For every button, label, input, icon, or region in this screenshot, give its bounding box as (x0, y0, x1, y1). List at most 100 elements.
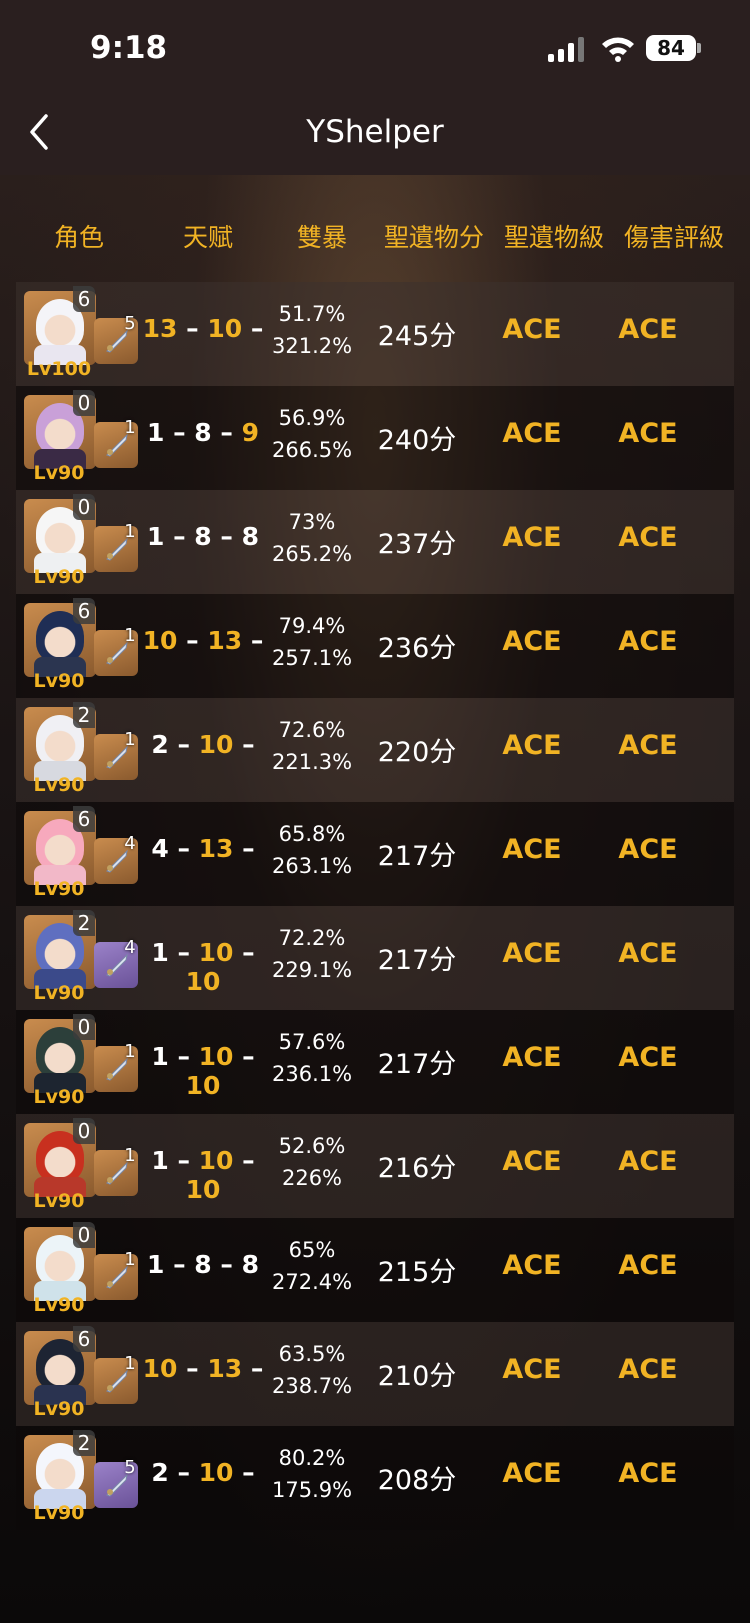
character-row[interactable]: 2 Lv90 4 1 – 10 – 10 72.2% 229.1% 217分 ACE ACE (16, 906, 734, 1010)
talent-part: – (164, 522, 195, 551)
talent-part: 13 (207, 626, 243, 655)
character-row[interactable]: 0 Lv90 1 1 – 10 – 10 52.6% 226% 216分 ACE ACE (16, 1114, 734, 1218)
damage-grade: ACE (618, 626, 678, 657)
damage-grade: ACE (618, 1042, 678, 1073)
talent-part: 1 (151, 938, 169, 967)
refinement-badge: 1 (124, 1249, 136, 1270)
talent-part: – (168, 1458, 199, 1487)
column-header-damage-grade: 傷害評級 (623, 223, 724, 252)
character-row[interactable]: 2 Lv90 1 2 – 10 –72.6% 221.3% 220分 ACE ACE (16, 698, 734, 802)
character-row[interactable]: 6 Lv90 1 10 – 13 –79.4% 257.1% 236分 ACE ACE (16, 594, 734, 698)
artifact-grade: ACE (502, 1354, 562, 1385)
damage-grade: ACE (618, 1354, 678, 1385)
damage-grade: ACE (618, 730, 678, 761)
character-row[interactable]: 6 Lv90 4 4 – 13 –65.8% 263.1% 217分 ACE ACE (16, 802, 734, 906)
talent-part: 13 (207, 1354, 243, 1383)
talent-part: – (168, 938, 199, 967)
artifact-score: 208分 (377, 1465, 457, 1496)
talent-part: 8 (194, 418, 212, 447)
talent-part: 10 (185, 1071, 221, 1100)
character-row[interactable]: 0 Lv90 1 1 – 8 – 8 73% 265.2% 237分 ACE ACE (16, 490, 734, 594)
constellation-badge: 2 (73, 910, 95, 936)
refinement-badge: 1 (124, 1145, 136, 1166)
artifact-grade: ACE (502, 1146, 562, 1177)
talent-part: 8 (194, 522, 212, 551)
column-header-artifact-grade: 聖遺物級 (503, 223, 604, 252)
talent-part: – (233, 1458, 255, 1487)
crit-damage: 236.1% (272, 1062, 353, 1086)
refinement-badge: 1 (124, 1041, 136, 1062)
column-header-character: 角色 (53, 223, 104, 252)
crit-damage: 229.1% (272, 958, 353, 982)
artifact-grade: ACE (502, 730, 562, 761)
level-label: Lv90 (33, 982, 85, 1004)
level-label: Lv90 (33, 1398, 85, 1420)
talent-part: – (177, 314, 208, 343)
talent-part: 10 (142, 1354, 178, 1383)
character-row[interactable]: 0 Lv90 1 1 – 10 – 10 57.6% 236.1% 217分 ACE ACE (16, 1010, 734, 1114)
crit-rate: 63.5% (278, 1342, 346, 1366)
artifact-score: 215分 (377, 1257, 457, 1288)
talent-part: – (211, 1250, 242, 1279)
artifact-score: 216分 (377, 1153, 457, 1184)
crit-values: 52.6% 226% (272, 1130, 352, 1194)
talent-part: 10 (207, 314, 243, 343)
artifact-grade: ACE (502, 626, 562, 657)
artifact-score: 236分 (377, 633, 457, 664)
crit-rate: 72.2% (278, 926, 346, 950)
crit-damage: 175.9% (272, 1478, 353, 1502)
level-label: Lv90 (33, 462, 85, 484)
artifact-grade: ACE (502, 522, 562, 553)
crit-damage: 266.5% (272, 438, 353, 462)
crit-rate: 51.7% (278, 302, 346, 326)
talent-part: – (177, 1354, 208, 1383)
talent-part: – (233, 1146, 255, 1175)
constellation-badge: 0 (73, 390, 95, 416)
artifact-score: 220分 (377, 737, 457, 768)
crit-damage: 257.1% (272, 646, 353, 670)
character-row[interactable]: 0 Lv90 1 1 – 8 – 8 65% 272.4% 215分 ACE ACE (16, 1218, 734, 1322)
character-row[interactable]: 0 Lv90 1 1 – 8 – 9 56.9% 266.5% 240分 ACE ACE (16, 386, 734, 490)
crit-values: 72.6% 221.3% (272, 714, 352, 778)
talent-part: – (164, 1250, 195, 1279)
constellation-badge: 2 (73, 1430, 95, 1456)
constellation-badge: 6 (73, 806, 95, 832)
column-header-talent: 天赋 (182, 223, 233, 252)
talent-part: – (168, 834, 199, 863)
artifact-score: 217分 (377, 945, 457, 976)
artifact-grade: ACE (502, 314, 562, 345)
level-label: Lv90 (33, 566, 85, 588)
artifact-score: 240分 (377, 425, 457, 456)
character-row[interactable]: 2 Lv90 5 2 – 10 –80.2% 175.9% 208分 ACE ACE (16, 1426, 734, 1530)
artifact-score: 237分 (377, 529, 457, 560)
talent-part: 2 (151, 730, 169, 759)
damage-grade: ACE (618, 1250, 678, 1281)
talent-part: 13 (142, 314, 178, 343)
talent-part: – (233, 938, 255, 967)
refinement-badge: 1 (124, 625, 136, 646)
talent-part: 10 (198, 1458, 234, 1487)
talent-part: – (242, 1354, 264, 1383)
constellation-badge: 2 (73, 702, 95, 728)
refinement-badge: 5 (124, 1457, 136, 1478)
battery-cap (697, 43, 701, 53)
talent-part: 10 (198, 938, 234, 967)
refinement-badge: 1 (124, 521, 136, 542)
character-row[interactable]: 6 Lv90 1 10 – 13 –63.5% 238.7% 210分 ACE ACE (16, 1322, 734, 1426)
talent-part: 8 (241, 1250, 260, 1279)
crit-values: 79.4% 257.1% (272, 610, 352, 674)
constellation-badge: 0 (73, 1222, 95, 1248)
talent-part: – (242, 314, 264, 343)
artifact-grade: ACE (502, 418, 562, 449)
refinement-badge: 1 (124, 417, 136, 438)
talent-levels: 10 – 13 – (138, 1354, 268, 1383)
talent-part: – (211, 418, 242, 447)
crit-damage: 263.1% (272, 854, 353, 878)
talent-part: 4 (151, 834, 169, 863)
talent-part: – (168, 1146, 199, 1175)
character-row[interactable]: 6 Lv100 5 13 – 10 –51.7% 321.2% 245分 ACE ACE (16, 282, 734, 386)
talent-part: – (177, 626, 208, 655)
crit-values: 73% 265.2% (272, 506, 352, 570)
crit-rate: 57.6% (278, 1030, 346, 1054)
crit-rate: 65% (288, 1238, 336, 1262)
